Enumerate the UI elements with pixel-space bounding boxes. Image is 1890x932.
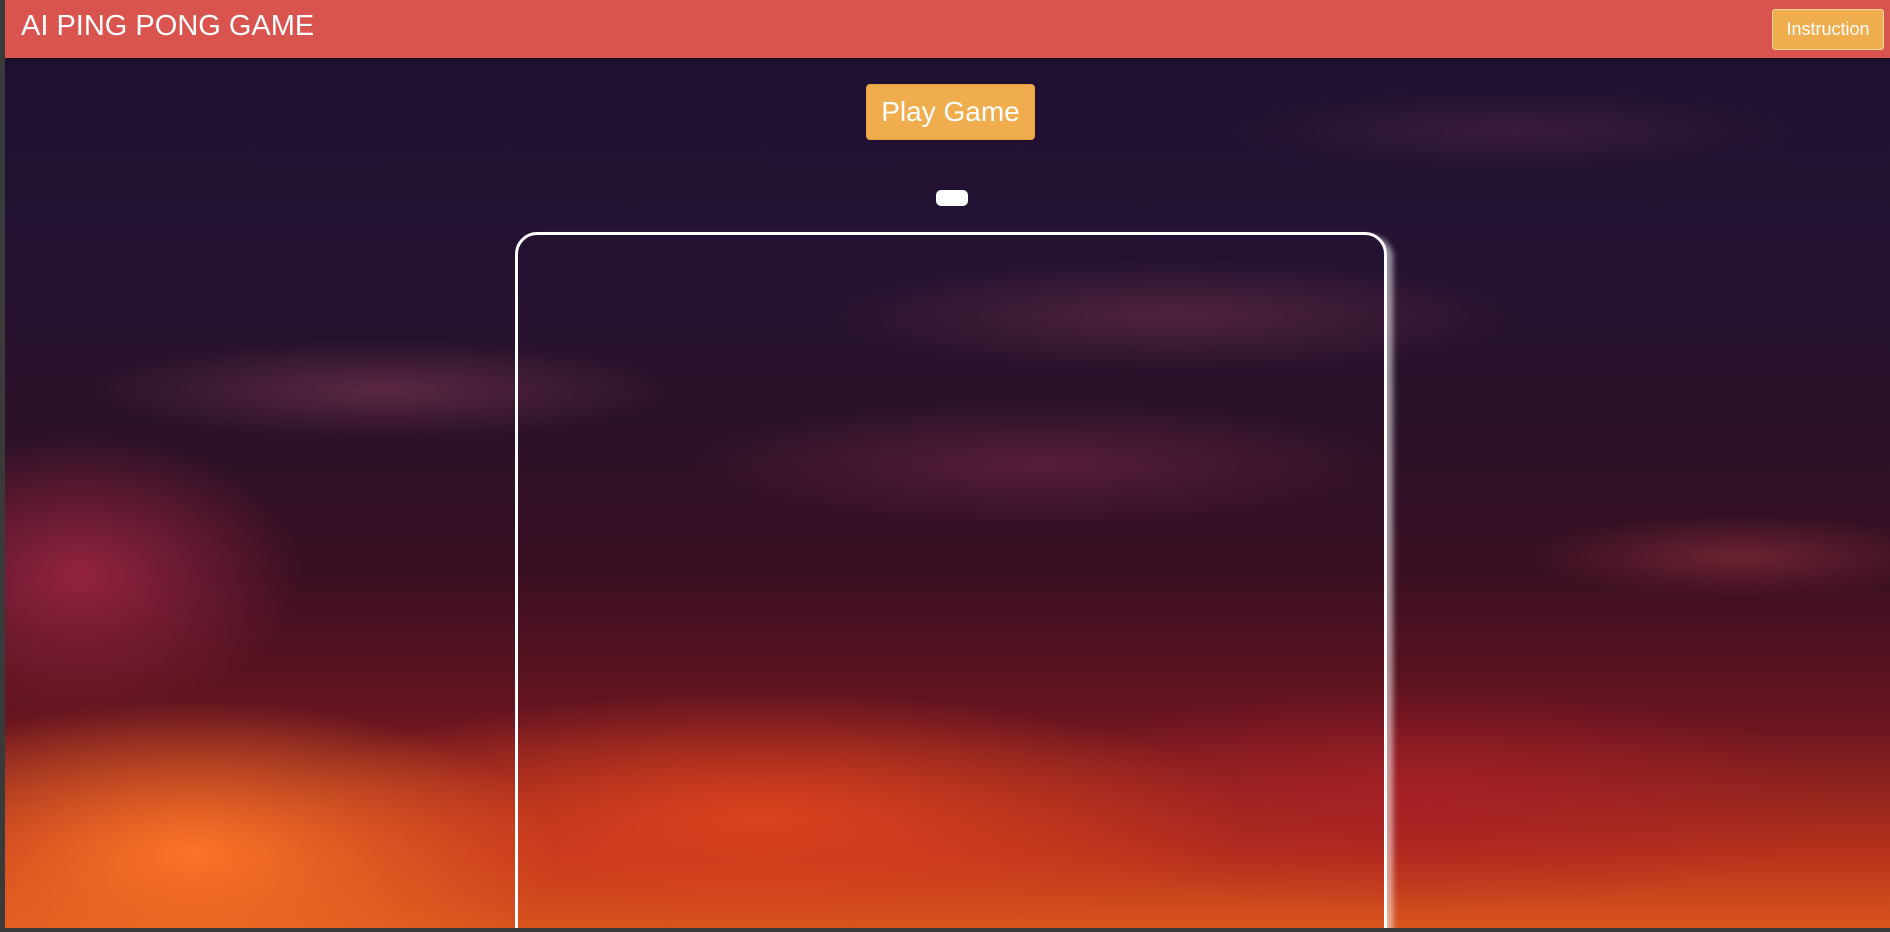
game-board[interactable] xyxy=(515,232,1387,928)
play-game-button[interactable]: Play Game xyxy=(866,84,1035,140)
top-navbar: AI PING PONG GAME Instruction xyxy=(5,0,1890,58)
app-title: AI PING PONG GAME xyxy=(21,10,315,42)
ai-paddle xyxy=(936,190,968,206)
game-page: AI PING PONG GAME Instruction Play Game xyxy=(5,0,1890,928)
instruction-button[interactable]: Instruction xyxy=(1772,9,1884,50)
